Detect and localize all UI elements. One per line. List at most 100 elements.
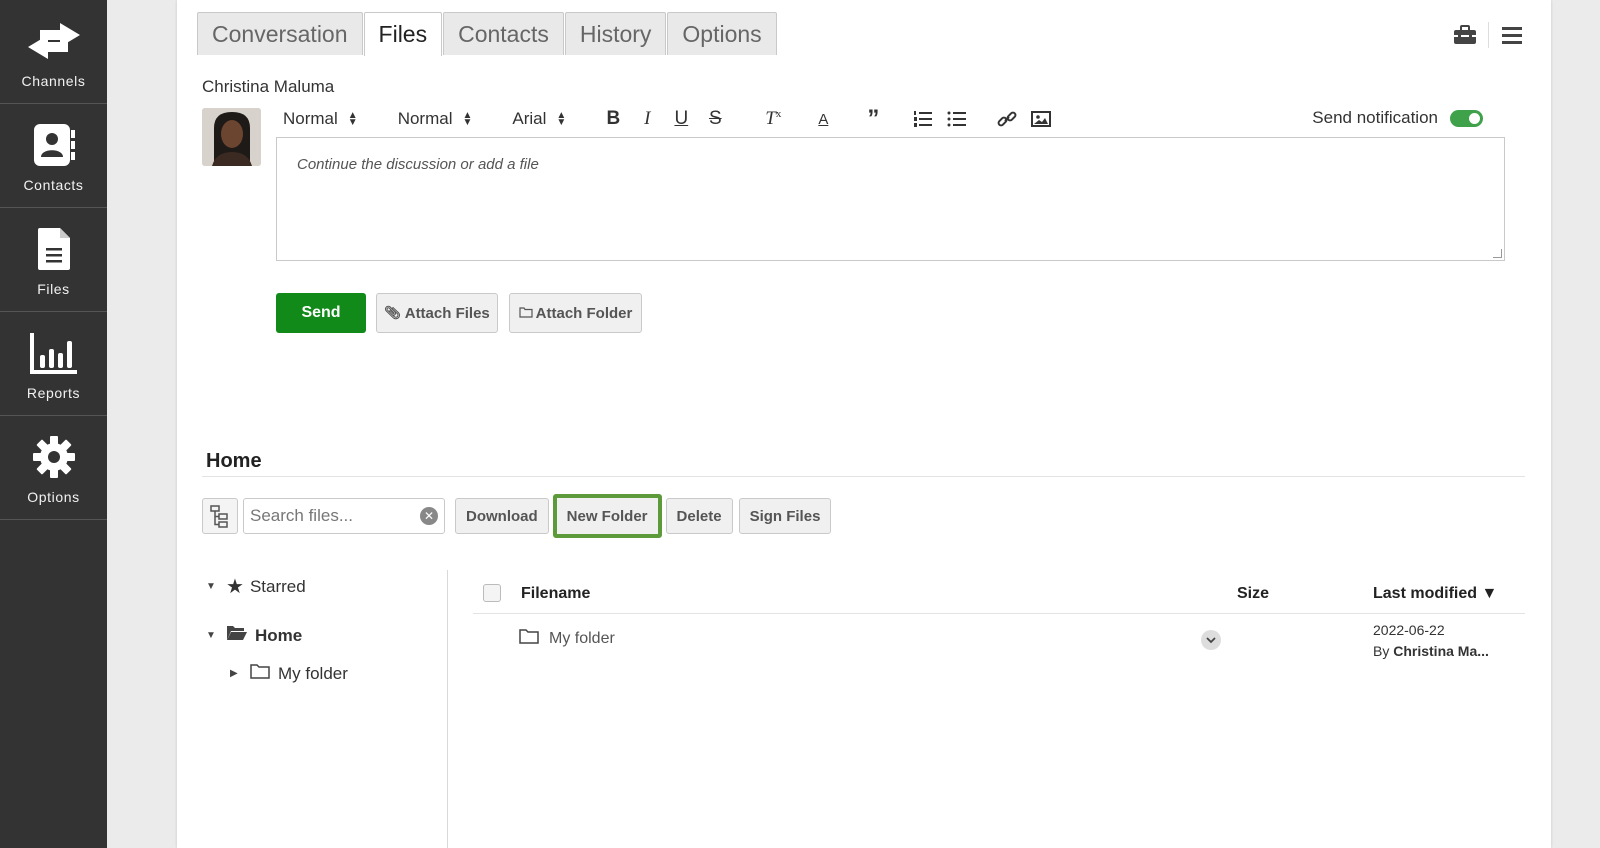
search-input[interactable] (250, 506, 410, 526)
modified-date: 2022-06-22 (1373, 622, 1445, 638)
tree-item-label: My folder (278, 663, 348, 683)
bold-icon[interactable]: B (596, 108, 630, 130)
document-icon (24, 221, 84, 277)
send-button[interactable]: Send (276, 293, 366, 333)
tab-conversation[interactable]: Conversation (197, 12, 363, 55)
divider (1488, 22, 1489, 48)
size-select-value: Normal (397, 109, 453, 128)
italic-icon[interactable]: I (630, 108, 664, 130)
blockquote-icon[interactable]: ” (856, 107, 890, 131)
editor-placeholder: Continue the discussion or add a file (297, 156, 539, 173)
tab-bar: Conversation Files Contacts History Opti… (197, 12, 778, 56)
link-icon[interactable] (990, 110, 1024, 128)
search-box: ✕ (243, 498, 445, 534)
send-notification-label: Send notification (1312, 108, 1438, 127)
left-sidebar: Channels Contacts Files Reports Options (0, 0, 107, 848)
select-arrows-icon: ▲ ▼ (462, 110, 473, 128)
sidebar-item-channels[interactable]: Channels (0, 0, 107, 104)
top-right-icons (1450, 20, 1527, 50)
select-all-checkbox[interactable] (483, 584, 501, 602)
tree-item-starred[interactable]: ▼ ★ Starred (206, 574, 306, 599)
size-select[interactable]: Normal ▲ ▼ (398, 109, 473, 129)
attach-files-label: Attach Files (404, 304, 490, 322)
select-arrows-icon: ▲ ▼ (347, 110, 358, 128)
clear-search-icon[interactable]: ✕ (420, 507, 438, 525)
hamburger-menu-icon[interactable] (1497, 20, 1527, 50)
download-button[interactable]: Download (455, 498, 549, 534)
caret-right-icon[interactable]: ▶ (230, 668, 244, 679)
bullet-list-icon[interactable] (940, 110, 974, 128)
font-select[interactable]: Arial ▲ ▼ (512, 109, 566, 129)
sidebar-item-options[interactable]: Options (0, 416, 107, 520)
send-notification-toggle[interactable] (1450, 109, 1483, 127)
bar-chart-icon (24, 325, 84, 381)
tree-item-home[interactable]: ▼ Home (206, 624, 302, 647)
tree-item-my-folder[interactable]: ▶ My folder (230, 663, 348, 684)
paperclip-icon: 📎︎ (384, 305, 401, 320)
attach-folder-button[interactable]: Attach Folder (509, 293, 642, 333)
tree-item-label: Starred (249, 576, 306, 596)
column-filename[interactable]: Filename (521, 585, 590, 603)
file-name: My folder (549, 629, 615, 647)
file-list-header: Filename Size Last modified ▼ (473, 574, 1525, 614)
tab-files[interactable]: Files (363, 12, 443, 56)
file-toolbar: ✕ Download New Folder Delete Sign Files (202, 494, 832, 538)
divider (447, 570, 448, 848)
row-menu-chevron-icon[interactable] (1201, 630, 1221, 650)
table-row[interactable]: My folder 2022-06-22 By Christina Ma... (473, 620, 1525, 670)
clear-format-icon[interactable]: Tx (756, 108, 790, 130)
folder-icon (519, 628, 539, 649)
underline-icon[interactable]: U (664, 108, 698, 130)
sidebar-label: Channels (21, 73, 86, 89)
ordered-list-icon[interactable] (906, 110, 940, 128)
delete-button[interactable]: Delete (665, 498, 733, 534)
column-size[interactable]: Size (1237, 585, 1269, 603)
header-select-value: Normal (283, 109, 338, 128)
resize-handle[interactable] (1493, 249, 1502, 258)
header-select[interactable]: Normal ▲ ▼ (283, 109, 358, 129)
text-color-icon[interactable]: A (806, 111, 840, 128)
new-folder-button[interactable]: New Folder (552, 494, 662, 538)
sidebar-label: Files (37, 281, 70, 297)
sidebar-item-files[interactable]: Files (0, 208, 107, 312)
gear-icon (24, 429, 84, 485)
left-gutter (107, 0, 177, 848)
file-name-cell[interactable]: My folder (519, 628, 615, 649)
image-icon[interactable] (1024, 110, 1058, 128)
send-notification: Send notification (1312, 108, 1483, 128)
message-editor[interactable]: Continue the discussion or add a file (276, 137, 1505, 261)
sidebar-label: Reports (26, 385, 81, 401)
open-folder-icon (226, 624, 248, 647)
recipient-name: Christina Maluma (202, 77, 335, 96)
column-last-modified[interactable]: Last modified ▼ (1373, 585, 1497, 603)
folder-icon (250, 663, 270, 684)
section-title: Home (206, 450, 262, 472)
strikethrough-icon[interactable]: S (698, 108, 732, 130)
right-gutter (1551, 0, 1600, 848)
select-arrows-icon: ▲ ▼ (556, 110, 567, 128)
last-modified-cell: 2022-06-22 By Christina Ma... (1373, 620, 1489, 662)
caret-down-icon[interactable]: ▼ (206, 630, 220, 641)
tab-options[interactable]: Options (667, 12, 777, 55)
toolbox-icon[interactable] (1450, 20, 1480, 50)
editor-toolbar: Normal ▲ ▼ Normal ▲ ▼ Arial ▲ ▼ B I U S Tx … (275, 104, 1483, 134)
tab-contacts[interactable]: Contacts (443, 12, 564, 55)
modified-by-prefix: By (1373, 643, 1390, 659)
sidebar-item-reports[interactable]: Reports (0, 312, 107, 416)
sidebar-label: Contacts (23, 177, 84, 193)
attach-files-button[interactable]: 📎︎ Attach Files (376, 293, 498, 333)
sidebar-item-contacts[interactable]: Contacts (0, 104, 107, 208)
divider (202, 476, 1525, 477)
main-panel: Conversation Files Contacts History Opti… (177, 0, 1551, 848)
tab-history[interactable]: History (564, 12, 667, 55)
sign-files-button[interactable]: Sign Files (738, 498, 832, 534)
address-book-icon (24, 117, 84, 173)
attach-folder-label: Attach Folder (535, 304, 633, 322)
arrows-left-right-icon (24, 13, 84, 69)
sidebar-label: Options (27, 489, 80, 505)
modified-by-name: Christina Ma... (1393, 643, 1489, 659)
caret-down-icon[interactable]: ▼ (206, 581, 220, 592)
star-icon: ★ (226, 576, 244, 598)
avatar (202, 108, 261, 166)
tree-view-icon[interactable] (202, 498, 238, 534)
